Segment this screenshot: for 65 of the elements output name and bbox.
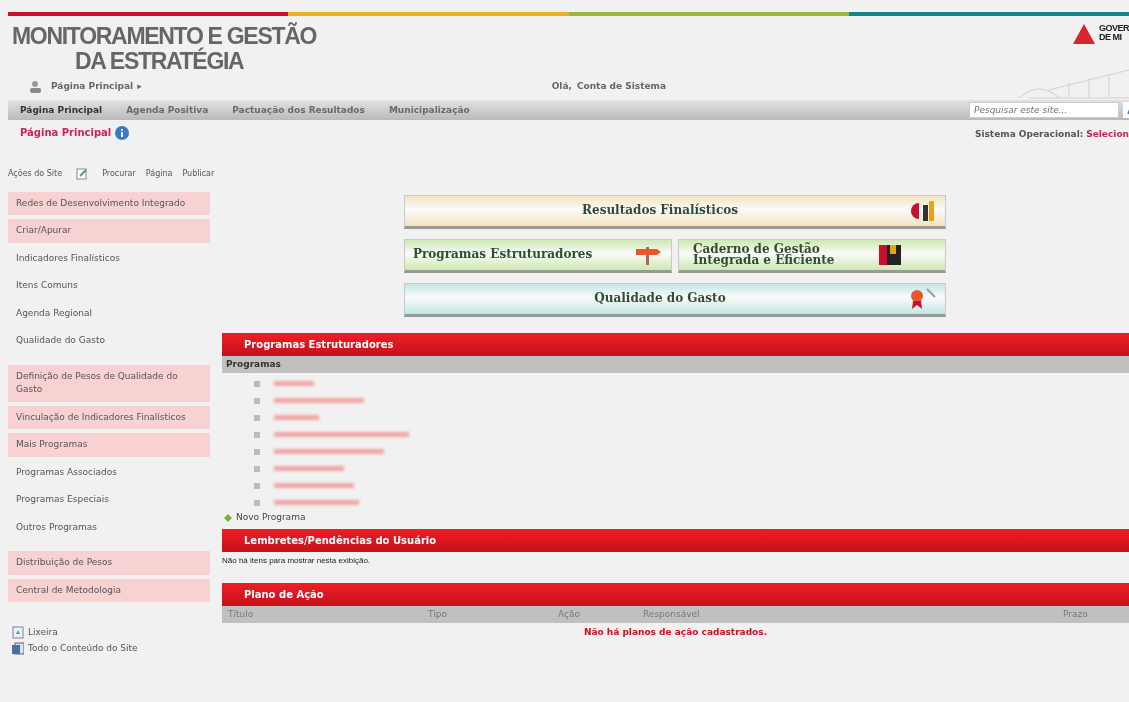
- sidebar-item[interactable]: Mais Programas: [8, 433, 210, 457]
- empty-message: Não há planos de ação cadastrados.: [582, 626, 769, 639]
- bullet-icon: [254, 465, 260, 472]
- system-label: Sistema Operacional:: [974, 129, 1084, 139]
- sidebar-item[interactable]: Criar/Apurar: [8, 219, 210, 243]
- empty-message: Não há itens para mostrar nesta exibição.: [222, 554, 372, 567]
- tile-button[interactable]: Resultados Finalísticos: [404, 194, 946, 229]
- sidebar-item[interactable]: Outros Programas: [8, 515, 210, 539]
- bullet-icon: [254, 380, 260, 387]
- redacted-link[interactable]: [274, 381, 314, 386]
- user-icon[interactable]: [30, 81, 43, 93]
- sidebar-item[interactable]: Vinculação de Indicadores Finalísticos: [8, 405, 210, 429]
- document-icon[interactable]: [12, 641, 24, 655]
- greeting-text: Olá,: [551, 80, 572, 94]
- redacted-link[interactable]: [274, 483, 354, 488]
- bullet-icon: [254, 397, 260, 404]
- info-icon[interactable]: [115, 125, 130, 140]
- sidebar-item[interactable]: Agenda Regional: [8, 301, 210, 325]
- site-content-link[interactable]: Todo o Conteúdo do Site: [28, 641, 138, 655]
- bullet-icon: [254, 482, 260, 489]
- bin-icon[interactable]: [12, 626, 24, 640]
- logo-icon: [1073, 24, 1095, 44]
- sidebar-item[interactable]: Indicadores Finalísticos: [8, 246, 210, 270]
- redacted-link[interactable]: [274, 466, 344, 471]
- bullet-icon: [254, 431, 260, 438]
- panel-header: Lembretes/Pendências do Usuário: [222, 528, 1129, 552]
- panel-header: Programas Estruturadores: [222, 332, 1129, 356]
- tile-button[interactable]: Programas Estruturadores: [404, 238, 672, 273]
- add-icon: [224, 513, 232, 522]
- search-field[interactable]: Pesquisar este site...: [969, 102, 1119, 118]
- logo-text: DE MI: [1099, 33, 1123, 42]
- redacted-link[interactable]: [274, 415, 319, 420]
- sidebar-item[interactable]: Distribuição de Pesos: [8, 551, 210, 575]
- system-selector-link[interactable]: Selecion: [1086, 129, 1129, 139]
- nav-tab[interactable]: Página Principal: [8, 100, 115, 120]
- recycle-bin-link[interactable]: Lixeira: [28, 626, 58, 640]
- sidebar-item[interactable]: Programas Especiais: [8, 488, 210, 512]
- page-title: Página Principal: [20, 126, 112, 141]
- redacted-link[interactable]: [274, 432, 409, 437]
- site-title: DA ESTRATÉGIA: [74, 49, 245, 74]
- redacted-link[interactable]: [274, 500, 359, 505]
- ribbon-tab[interactable]: Publicar: [182, 167, 215, 180]
- site-actions-menu[interactable]: Ações do Site: [8, 167, 63, 180]
- redacted-link[interactable]: [274, 398, 364, 403]
- panel-header: Plano de Ação: [222, 582, 1129, 606]
- breadcrumb-link[interactable]: Página Principal: [51, 80, 134, 94]
- bullet-icon: [254, 499, 260, 506]
- redacted-link[interactable]: [274, 449, 384, 454]
- ribbon-tab[interactable]: Página: [145, 167, 173, 180]
- sidebar-item[interactable]: Qualidade do Gasto: [8, 329, 210, 353]
- bullet-icon: [254, 448, 260, 455]
- tile-button[interactable]: Qualidade do Gasto: [404, 282, 946, 317]
- new-program-link[interactable]: Novo Programa: [236, 511, 306, 525]
- breadcrumb-arrow: ▸: [137, 80, 142, 94]
- sidebar-item[interactable]: Central de Metodologia: [8, 578, 210, 602]
- sidebar-item[interactable]: Itens Comuns: [8, 274, 210, 298]
- sidebar-item[interactable]: Redes de Desenvolvimento Integrado: [8, 191, 210, 215]
- sidebar-item[interactable]: Definição de Pesos de Qualidade do Gasto: [8, 364, 210, 402]
- user-name-link[interactable]: Conta de Sistema: [576, 80, 667, 94]
- ribbon-tab[interactable]: Procurar: [102, 167, 136, 180]
- edit-icon[interactable]: [76, 167, 89, 180]
- bullet-icon: [254, 414, 260, 421]
- logo-text: GOVER: [1099, 24, 1129, 33]
- sidebar-item[interactable]: Programas Associados: [8, 460, 210, 484]
- tile-button[interactable]: Caderno de Gestão Integrada e Eficiente: [678, 238, 946, 273]
